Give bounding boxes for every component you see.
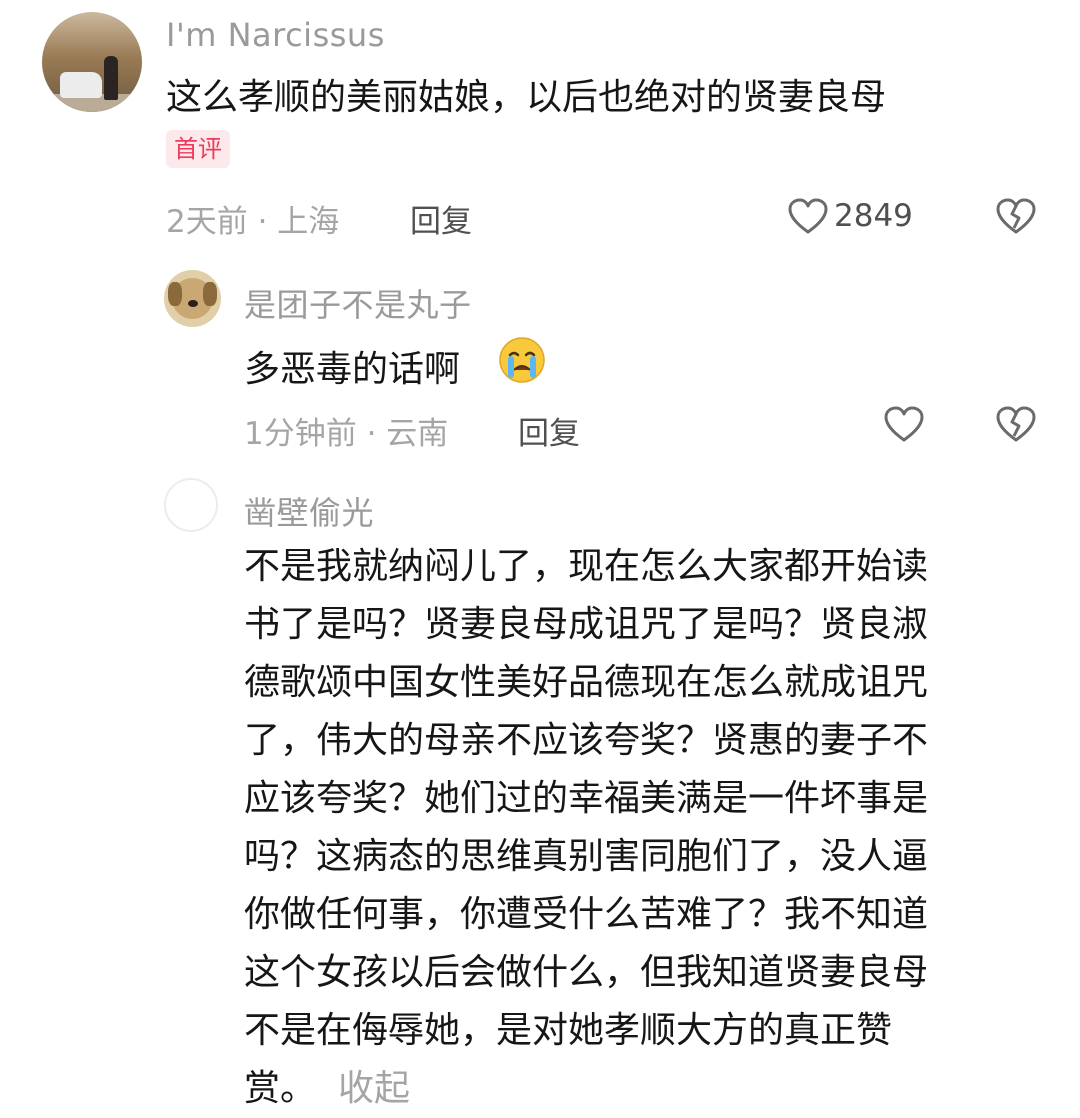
dislike-broken-heart-icon[interactable] [996,198,1036,236]
reply-text-line: 了，伟大的母亲不应该夸奖？贤惠的妻子不 [244,720,929,761]
reply-button[interactable]: 回复 [518,408,580,453]
reply-text-line: 你做任何事，你遭受什么苦难了？我不知道 [244,894,929,935]
avatar-car [60,72,102,98]
dog-ear-right [203,282,217,306]
long-reply-text: 不是我就纳闷儿了，现在怎么大家都开始读 书了是吗？贤妻良母成诅咒了是吗？贤良淑 … [244,538,1044,1118]
reply-avatar[interactable] [164,270,221,327]
reply-text-line: 不是我就纳闷儿了，现在怎么大家都开始读 [244,546,929,587]
crying-face-icon [498,336,546,384]
reply-avatar[interactable] [164,478,218,532]
like-heart-icon[interactable] [788,198,828,236]
reply-text-last-line: 赏。 收起 [244,1060,1044,1118]
reply-text-line: 这个女孩以后会做什么，但我知道贤妻良母 [244,952,929,993]
comment-text: 这么孝顺的美丽姑娘，以后也绝对的贤妻良母 [166,77,887,118]
reply-text-line: 书了是吗？贤妻良母成诅咒了是吗？贤良淑 [244,604,929,645]
like-count: 2849 [834,198,913,234]
comment-meta: 2天前 · 上海 [166,204,340,240]
reply-meta: 1分钟前 · 云南 [244,416,449,452]
reply-text-line: 应该夸奖？她们过的幸福美满是一件坏事是 [244,778,929,819]
like-heart-icon[interactable] [884,406,924,444]
reply-text-line: 吗？这病态的思维真别害同胞们了，没人逼 [244,836,929,877]
reply-button[interactable]: 回复 [410,196,472,241]
dog-nose [188,300,198,307]
dog-ear-left [168,282,182,306]
commenter-username[interactable]: I'm Narcissus [166,16,385,54]
avatar-person [104,56,118,100]
first-comment-badge: 首评 [166,130,230,168]
reply-text-line: 德歌颂中国女性美好品德现在怎么就成诅咒 [244,662,929,703]
commenter-avatar[interactable] [42,12,142,112]
reply-username[interactable]: 凿壁偷光 [244,488,374,534]
reply-text-line: 赏。 [244,1068,317,1109]
reply-text-line: 不是在侮辱她，是对她孝顺大方的真正赞 [244,1010,893,1051]
dislike-broken-heart-icon[interactable] [996,406,1036,444]
collapse-button[interactable]: 收起 [338,1068,410,1109]
reply-text: 多恶毒的话啊 [244,349,461,390]
reply-username[interactable]: 是团子不是丸子 [244,280,472,326]
